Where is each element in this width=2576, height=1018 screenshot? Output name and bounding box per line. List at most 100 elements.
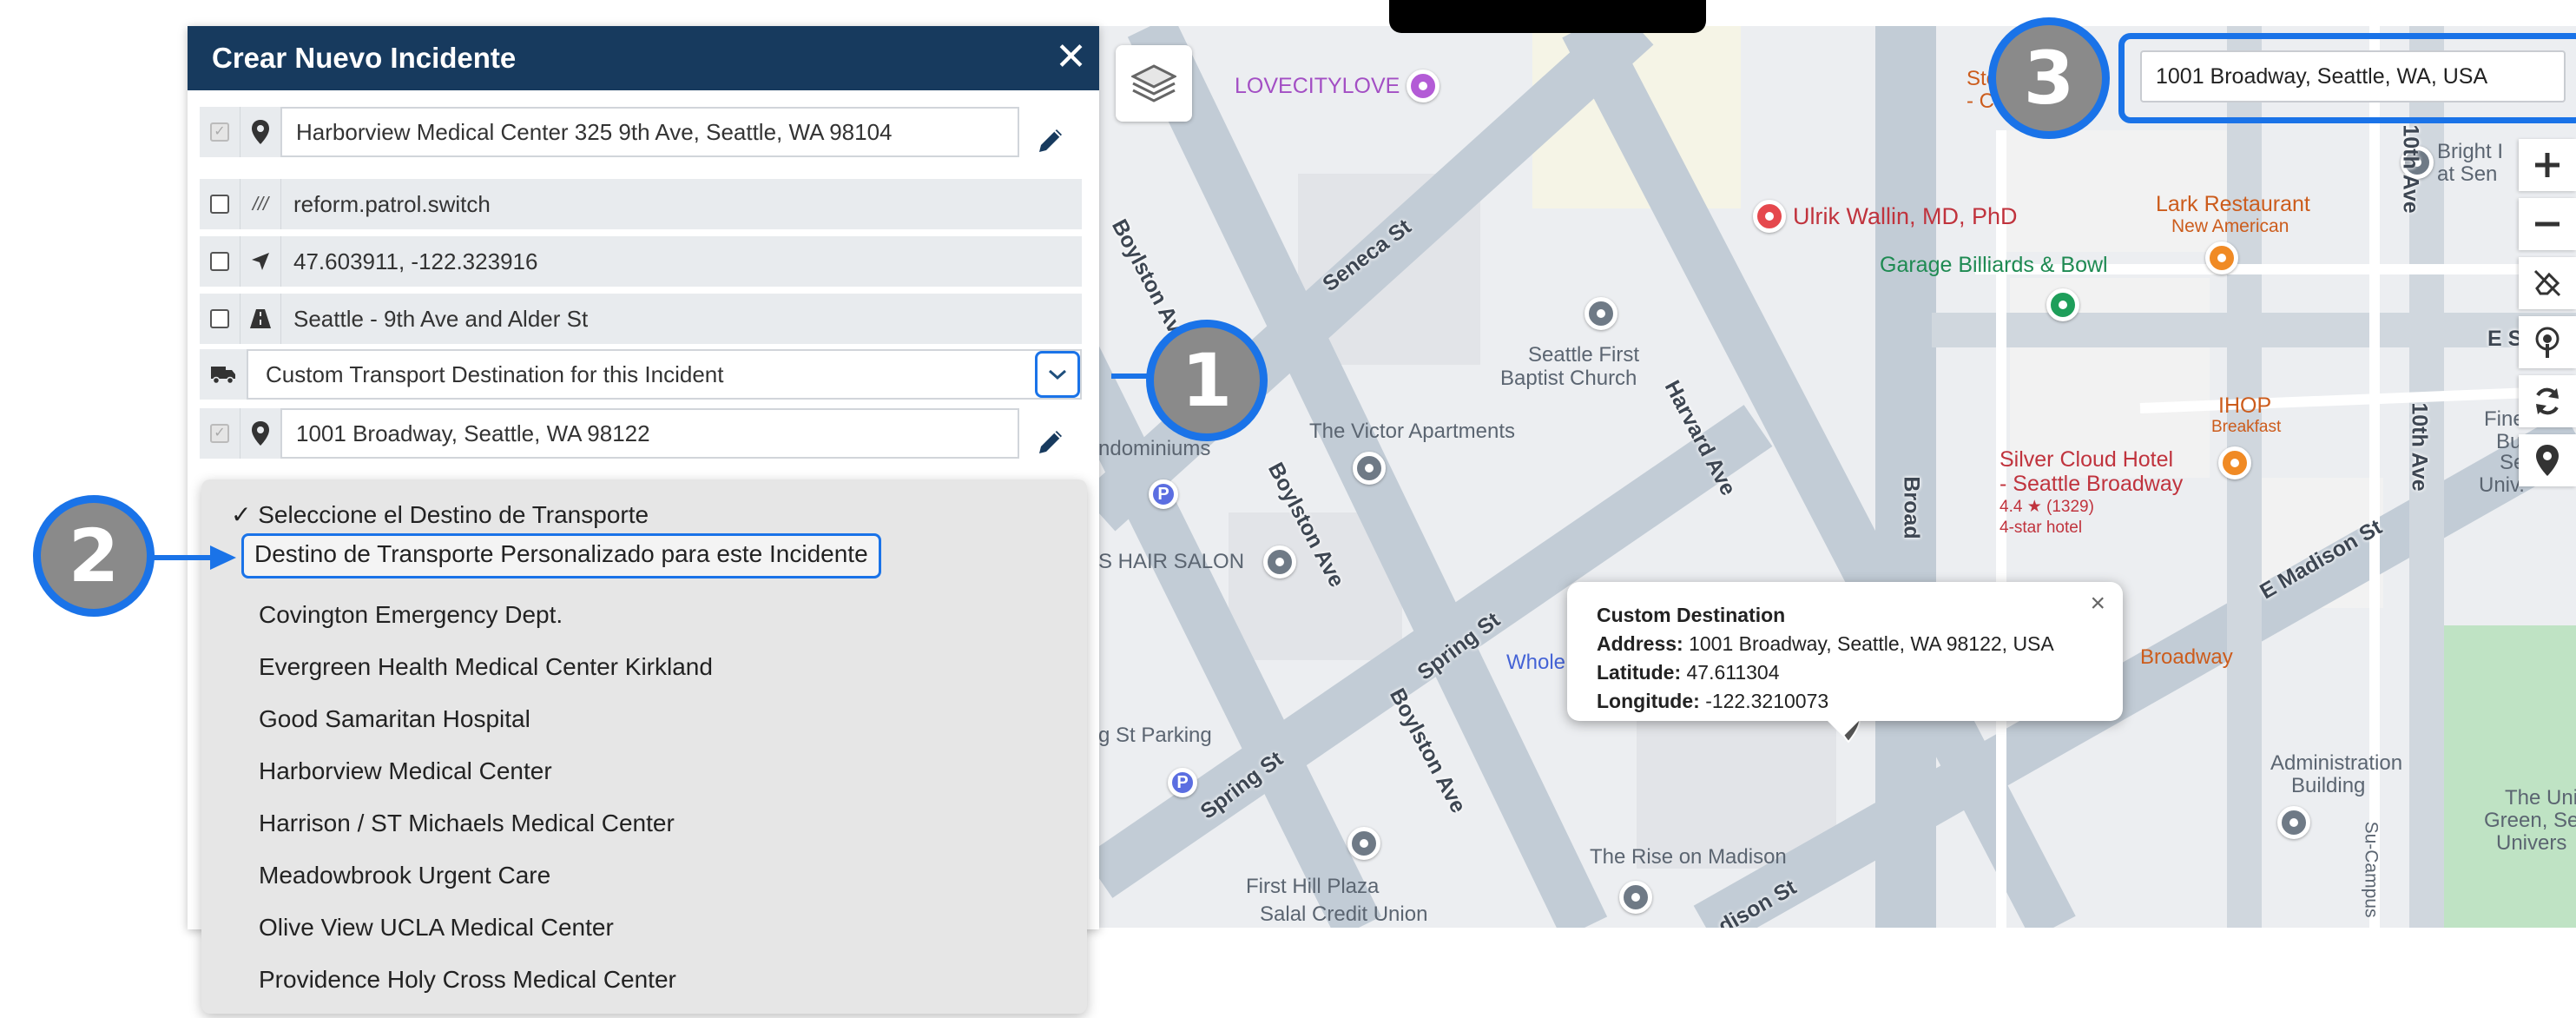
dropdown-option[interactable]: Harborview Medical Center — [259, 757, 552, 785]
location-arrow-icon — [240, 236, 280, 287]
popup-latitude: 47.611304 — [1686, 661, 1780, 684]
drop-pin-button[interactable] — [2519, 434, 2576, 486]
checkbox-disabled: ✓ — [210, 424, 229, 443]
what3words-icon: /// — [240, 179, 280, 229]
callout-badge-3: 3 — [1988, 17, 2110, 139]
map-view[interactable]: LOVECITYLOVE Ulrik Wallin, MD, PhD Garag… — [1098, 26, 2576, 928]
poi-label: The Uni — [2505, 786, 2576, 810]
poi-pin-icon[interactable] — [1407, 69, 1440, 102]
map-marker-icon — [240, 107, 280, 157]
edit-destination-button[interactable] — [1028, 417, 1073, 467]
poi-label: - Seattle Broadway — [2000, 472, 2184, 496]
zoom-in-button[interactable] — [2519, 139, 2576, 191]
poi-label: g St Parking — [1098, 724, 1212, 747]
poi-label: Broadway — [2140, 645, 2233, 669]
poi-label: Building — [2291, 774, 2366, 797]
dropdown-option[interactable]: Good Samaritan Hospital — [259, 705, 530, 733]
poi-label: S HAIR SALON — [1098, 550, 1245, 573]
poi-label: Univ. — [2479, 473, 2525, 497]
screen-notch — [1389, 0, 1706, 33]
poi-label: LOVECITYLOVE — [1235, 74, 1400, 98]
dropdown-option[interactable]: Covington Emergency Dept. — [259, 601, 563, 629]
callout-badge-1: 1 — [1146, 320, 1268, 441]
poi-label: Lark Restaurant — [2156, 192, 2310, 216]
plus-icon — [2535, 153, 2560, 177]
panel-header: Crear Nuevo Incidente ✕ — [188, 26, 1099, 90]
zoom-out-button[interactable] — [2519, 198, 2576, 250]
church-pin-icon[interactable] — [1584, 297, 1617, 330]
dropdown-option[interactable]: Olive View UCLA Medical Center — [259, 914, 614, 942]
poi-label: Administration — [2270, 751, 2403, 775]
dropdown-header-option[interactable]: ✓ Seleccione el Destino de Transporte — [231, 500, 649, 529]
layers-button[interactable] — [1116, 45, 1192, 122]
pencil-icon — [1039, 129, 1062, 152]
transport-destination-dropdown: ✓ Seleccione el Destino de Transporte De… — [201, 479, 1087, 1014]
poi-label: New American — [2171, 216, 2289, 236]
what3words-checkbox[interactable] — [200, 179, 240, 229]
poi-label: Green, Se — [2484, 809, 2576, 832]
cross-streets-value: Seattle - 9th Ave and Alder St — [280, 294, 1082, 344]
dropdown-toggle-button[interactable] — [1035, 351, 1080, 398]
what3words-value: reform.patrol.switch — [280, 179, 1082, 229]
popup-longitude: -122.3210073 — [1705, 690, 1829, 712]
panel-title: Crear Nuevo Incidente — [212, 42, 517, 74]
callout-badge-2: 2 — [33, 495, 155, 617]
minus-icon — [2535, 221, 2560, 227]
poi-label: Seattle First — [1528, 343, 1640, 367]
dropdown-option[interactable]: Meadowbrook Urgent Care — [259, 862, 550, 889]
poi-label: Univers — [2496, 831, 2567, 855]
popup-latitude-label: Latitude: — [1597, 661, 1682, 684]
popup-close-button[interactable]: × — [2090, 589, 2105, 618]
pickup-address-input[interactable]: Harborview Medical Center 325 9th Ave, S… — [280, 107, 1019, 157]
pickup-address-row: ✓ Harborview Medical Center 325 9th Ave,… — [200, 107, 1019, 157]
destination-address-input[interactable]: 1001 Broadway, Seattle, WA 98122 — [280, 408, 1019, 459]
pickup-checkbox[interactable]: ✓ — [200, 107, 240, 157]
destination-popup: × Custom Destination Address: 1001 Broad… — [1567, 582, 2123, 737]
destination-address-row: ✓ 1001 Broadway, Seattle, WA 98122 — [200, 408, 1019, 459]
poi-pin-icon[interactable] — [1619, 881, 1652, 914]
poi-pin-icon[interactable] — [1753, 200, 1786, 233]
poi-label: Salal Credit Union — [1260, 902, 1428, 926]
eraser-icon — [2533, 269, 2561, 297]
cross-streets-checkbox[interactable] — [200, 294, 240, 344]
poi-label: Baptist Church — [1500, 367, 1637, 390]
street-label: 10th Ave — [2398, 124, 2423, 214]
dropdown-option[interactable]: Providence Holy Cross Medical Center — [259, 966, 676, 994]
poi-pin-icon[interactable] — [1353, 452, 1386, 485]
checkbox — [210, 252, 229, 271]
parking-icon[interactable]: P — [1168, 768, 1197, 797]
poi-pin-icon[interactable] — [2205, 241, 2238, 274]
clear-route-button[interactable] — [2519, 257, 2576, 309]
poi-label: at Sen — [2437, 162, 2498, 186]
chevron-down-icon — [1049, 369, 1066, 380]
podcast-location-icon — [2535, 327, 2560, 358]
poi-label: IHOP — [2218, 393, 2272, 418]
edit-pickup-button[interactable] — [1028, 116, 1073, 166]
truck-icon — [200, 349, 247, 400]
poi-label: The Rise on Madison — [1590, 845, 1787, 869]
coordinates-checkbox[interactable] — [200, 236, 240, 287]
location-button[interactable] — [2519, 316, 2576, 368]
parking-icon[interactable]: P — [1149, 479, 1178, 509]
destination-checkbox[interactable]: ✓ — [200, 408, 240, 459]
close-panel-button[interactable]: ✕ — [1055, 26, 1087, 89]
map-marker-icon — [2536, 445, 2559, 476]
dropdown-option[interactable]: Evergreen Health Medical Center Kirkland — [259, 653, 713, 681]
what3words-row: /// reform.patrol.switch — [200, 179, 1082, 229]
street-label: 10th Ave — [2407, 402, 2432, 492]
school-pin-icon[interactable] — [2277, 806, 2310, 839]
dropdown-selected-option[interactable]: Destino de Transporte Personalizado para… — [241, 533, 881, 578]
popup-longitude-label: Longitude: — [1597, 690, 1700, 712]
dropdown-option[interactable]: Harrison / ST Michaels Medical Center — [259, 810, 675, 837]
layers-icon — [1131, 64, 1176, 102]
transport-destination-select[interactable]: Custom Transport Destination for this In… — [247, 349, 1082, 400]
coordinates-value: 47.603911, -122.323916 — [280, 236, 1082, 287]
street-label: Su-Campus — [2361, 821, 2382, 918]
poi-pin-icon[interactable] — [1347, 827, 1380, 860]
refresh-button[interactable] — [2519, 375, 2576, 427]
poi-pin-icon[interactable] — [2046, 288, 2079, 321]
checkbox-disabled: ✓ — [210, 122, 229, 142]
poi-pin-icon[interactable] — [1263, 545, 1296, 578]
poi-pin-icon[interactable] — [2218, 446, 2251, 479]
poi-label: Ulrik Wallin, MD, PhD — [1793, 203, 2018, 229]
